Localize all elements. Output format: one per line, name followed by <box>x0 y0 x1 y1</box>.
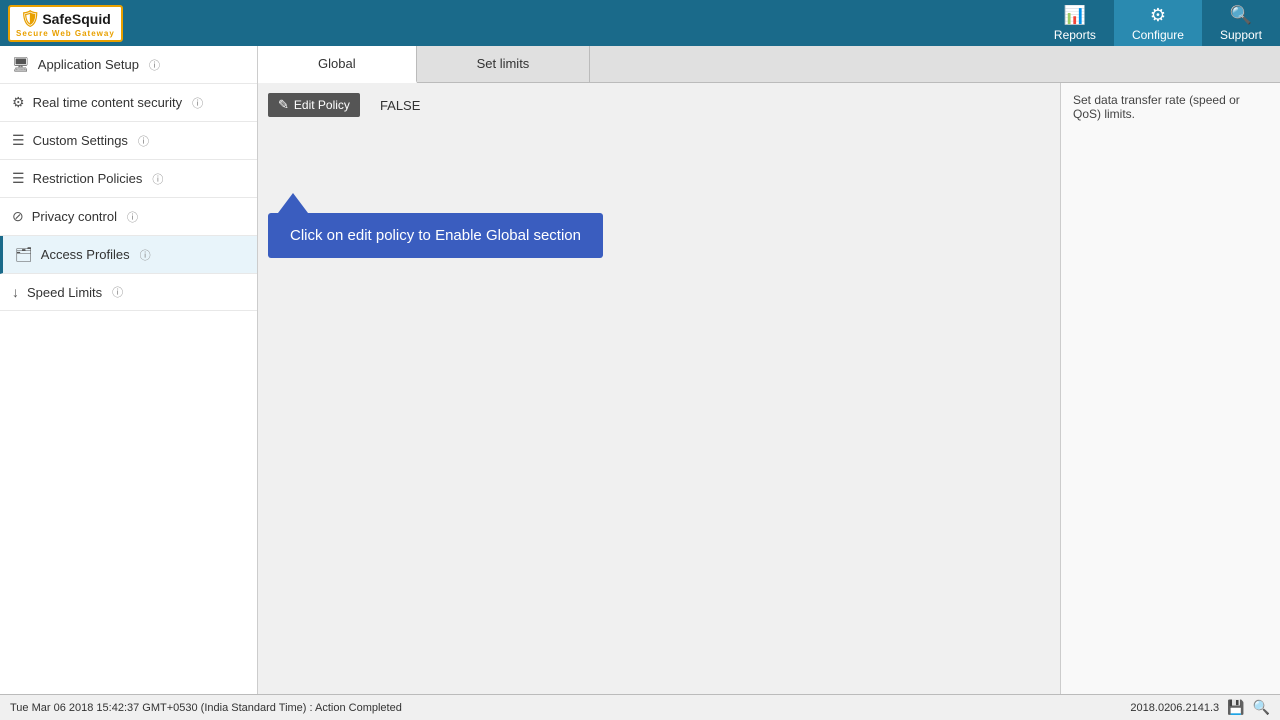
logo-box: 🛡 SafeSquid Secure Web Gateway <box>8 5 123 42</box>
edit-policy-button[interactable]: ✎ Edit Policy <box>268 93 360 117</box>
main-layout: 🖥 Application Setup ⓘ ⚙ Real time conten… <box>0 46 1280 694</box>
edit-policy-row: ✎ Edit Policy FALSE <box>268 93 1050 117</box>
restriction-policies-icon: ☰ <box>12 170 25 187</box>
version-text: 2018.0206.2141.3 <box>1130 702 1219 714</box>
support-label: Support <box>1220 28 1262 42</box>
sidebar-item-application-setup[interactable]: 🖥 Application Setup ⓘ <box>0 46 257 84</box>
reports-nav-button[interactable]: 📊 Reports <box>1036 0 1114 46</box>
reports-label: Reports <box>1054 28 1096 42</box>
application-setup-help-icon[interactable]: ⓘ <box>149 57 160 73</box>
sidebar-item-restriction-policies-label: Restriction Policies <box>33 171 143 186</box>
sidebar-item-real-time-content-label: Real time content security <box>33 95 183 110</box>
sidebar-item-privacy-control[interactable]: ⊘ Privacy control ⓘ <box>0 198 257 236</box>
save-status-icon[interactable]: 💾 <box>1227 699 1244 716</box>
logo-subtitle: Secure Web Gateway <box>16 29 115 38</box>
status-right: 2018.0206.2141.3 💾 🔍 <box>1130 699 1270 716</box>
tooltip-text: Click on edit policy to Enable Global se… <box>290 227 581 244</box>
content-with-panel: ✎ Edit Policy FALSE Click on edit policy… <box>258 83 1280 694</box>
tab-set-limits-label: Set limits <box>477 56 530 71</box>
application-setup-icon: 🖥 <box>12 56 30 73</box>
sidebar-item-access-profiles[interactable]: 🗂 Access Profiles ⓘ <box>0 236 257 274</box>
edit-policy-label: Edit Policy <box>294 98 350 112</box>
tab-global-label: Global <box>318 56 356 71</box>
sidebar-item-restriction-policies[interactable]: ☰ Restriction Policies ⓘ <box>0 160 257 198</box>
custom-settings-help-icon[interactable]: ⓘ <box>138 133 149 149</box>
sidebar-item-access-profiles-label: Access Profiles <box>41 247 130 262</box>
tooltip-box: Click on edit policy to Enable Global se… <box>268 213 603 258</box>
reports-icon: 📊 <box>1064 5 1086 26</box>
sidebar-item-speed-limits-label: Speed Limits <box>27 285 102 300</box>
real-time-content-icon: ⚙ <box>12 94 25 111</box>
edit-pencil-icon: ✎ <box>278 97 289 113</box>
sidebar-item-custom-settings[interactable]: ☰ Custom Settings ⓘ <box>0 122 257 160</box>
sidebar: 🖥 Application Setup ⓘ ⚙ Real time conten… <box>0 46 258 694</box>
support-nav-button[interactable]: 🔍 Support <box>1202 0 1280 46</box>
speed-limits-icon: ↓ <box>12 284 19 300</box>
access-profiles-help-icon[interactable]: ⓘ <box>140 247 151 263</box>
speed-limits-help-icon[interactable]: ⓘ <box>112 284 123 300</box>
support-icon: 🔍 <box>1230 5 1252 26</box>
tab-set-limits[interactable]: Set limits <box>417 46 591 82</box>
sidebar-item-speed-limits[interactable]: ↓ Speed Limits ⓘ <box>0 274 257 311</box>
right-panel-info: Set data transfer rate (speed or QoS) li… <box>1060 83 1280 694</box>
main-content: ✎ Edit Policy FALSE Click on edit policy… <box>258 83 1060 694</box>
tooltip-overlay: Click on edit policy to Enable Global se… <box>268 193 603 258</box>
sidebar-item-custom-settings-label: Custom Settings <box>33 133 128 148</box>
status-text: Tue Mar 06 2018 15:42:37 GMT+0530 (India… <box>10 702 402 714</box>
privacy-control-icon: ⊘ <box>12 208 24 225</box>
policy-value: FALSE <box>380 98 420 113</box>
top-navbar: 🛡 SafeSquid Secure Web Gateway 📊 Reports… <box>0 0 1280 46</box>
custom-settings-icon: ☰ <box>12 132 25 149</box>
nav-buttons: 📊 Reports ⚙ Configure 🔍 Support <box>1036 0 1280 46</box>
privacy-control-help-icon[interactable]: ⓘ <box>127 209 138 225</box>
logo-container: 🛡 SafeSquid Secure Web Gateway <box>8 5 123 42</box>
logo-text: SafeSquid <box>42 11 110 27</box>
right-panel-info-text: Set data transfer rate (speed or QoS) li… <box>1073 93 1240 121</box>
restriction-policies-help-icon[interactable]: ⓘ <box>152 171 163 187</box>
logo-shield-icon: 🛡 <box>20 9 40 29</box>
tab-global[interactable]: Global <box>258 46 417 83</box>
configure-icon: ⚙ <box>1150 5 1166 26</box>
access-profiles-icon: 🗂 <box>15 246 33 263</box>
tabs-bar: Global Set limits <box>258 46 1280 83</box>
configure-nav-button[interactable]: ⚙ Configure <box>1114 0 1202 46</box>
logo-title: 🛡 SafeSquid <box>20 9 111 29</box>
configure-label: Configure <box>1132 28 1184 42</box>
real-time-content-help-icon[interactable]: ⓘ <box>192 95 203 111</box>
content-area: Global Set limits ✎ Edit Policy FALSE <box>258 46 1280 694</box>
search-status-icon[interactable]: 🔍 <box>1253 699 1270 716</box>
status-bar: Tue Mar 06 2018 15:42:37 GMT+0530 (India… <box>0 694 1280 720</box>
sidebar-item-application-setup-label: Application Setup <box>38 57 139 72</box>
sidebar-item-privacy-control-label: Privacy control <box>32 209 117 224</box>
tooltip-arrow <box>278 193 308 213</box>
sidebar-item-real-time-content[interactable]: ⚙ Real time content security ⓘ <box>0 84 257 122</box>
